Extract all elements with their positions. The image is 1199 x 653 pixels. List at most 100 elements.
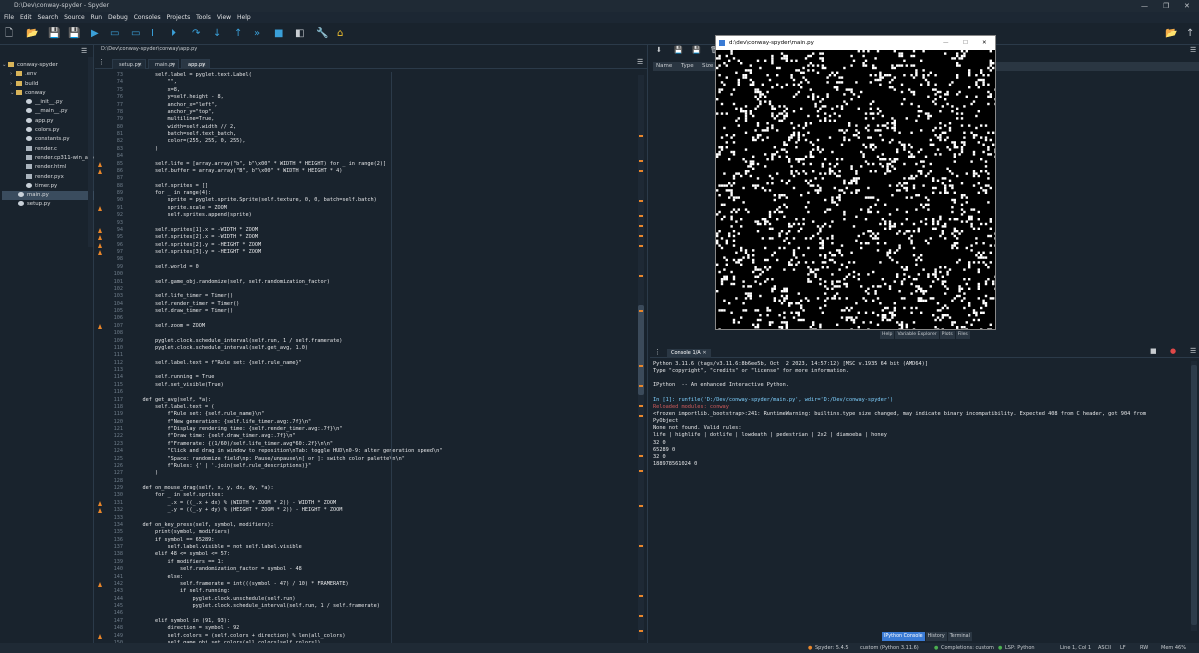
files-options-icon[interactable]: ☰ [81, 47, 87, 55]
minimize-button[interactable]: — [1141, 0, 1148, 12]
continue-icon[interactable]: » [254, 28, 260, 40]
menu-run[interactable]: Run [91, 12, 103, 23]
warning-marker[interactable] [639, 505, 643, 507]
game-window-titlebar[interactable]: d:\dev\conway-spyder\main.py — ☐ ✕ [716, 36, 995, 50]
warning-marker[interactable] [639, 405, 643, 407]
warning-marker[interactable] [639, 170, 643, 172]
editor-options-icon[interactable]: ☰ [637, 58, 643, 66]
column-type[interactable]: Type [681, 62, 694, 71]
code-editor[interactable]: 73 self.label = pyglet.text.Label(74 "",… [95, 72, 648, 643]
import-data-icon[interactable]: ⬇ [656, 46, 662, 54]
tab-files[interactable]: Files [955, 331, 970, 339]
file-tree-item[interactable]: render.c [2, 145, 94, 154]
warning-marker[interactable] [639, 135, 643, 137]
run-cell-advance-icon[interactable]: ▭ [131, 28, 140, 40]
warning-marker[interactable] [639, 595, 643, 597]
warning-marker[interactable] [639, 275, 643, 277]
file-tree-item[interactable]: __main__.py [2, 107, 94, 116]
open-file-icon[interactable]: 📂 [26, 28, 38, 40]
console-scrollbar[interactable] [1191, 361, 1197, 631]
tab-variable-explorer[interactable]: Variable Explorer [895, 331, 939, 339]
menu-source[interactable]: Source [64, 12, 85, 23]
warning-marker[interactable] [639, 385, 643, 387]
variable-options-icon[interactable]: ☰ [1190, 46, 1196, 54]
menu-help[interactable]: Help [237, 12, 251, 23]
file-tree-item[interactable]: constants.py [2, 135, 94, 144]
tab-terminal[interactable]: Terminal [947, 632, 972, 641]
file-tree-item[interactable]: render.html [2, 163, 94, 172]
game-of-life-window[interactable]: d:\dev\conway-spyder\main.py — ☐ ✕ [715, 35, 996, 330]
preferences-wrench-icon[interactable]: 🔧 [316, 28, 328, 40]
run-cell-icon[interactable]: ▭ [110, 28, 119, 40]
tab-setup-py[interactable]: setup.py ✕ [112, 59, 146, 69]
ipython-console-output[interactable]: Python 3.11.6 (tags/v3.11.6:8b6ee5b, Oct… [653, 361, 1191, 631]
game-maximize-button[interactable]: ☐ [963, 36, 968, 50]
tab-ipython-console[interactable]: IPython Console [882, 632, 925, 641]
tab-app-py[interactable]: app.py ✕ [181, 59, 210, 69]
warning-marker[interactable] [639, 365, 643, 367]
warning-marker[interactable] [639, 545, 643, 547]
browse-tabs-icon[interactable]: ⋮ [98, 58, 105, 66]
working-dir-parent-icon[interactable]: ↑ [1186, 28, 1194, 40]
stop-console-icon[interactable]: ● [1170, 347, 1176, 355]
warning-marker[interactable] [639, 225, 643, 227]
file-tree-item[interactable]: colors.py [2, 126, 94, 135]
maximize-pane-icon[interactable]: ◧ [295, 28, 304, 40]
step-return-icon[interactable]: ↑ [234, 28, 242, 40]
stop-debug-icon[interactable]: ■ [274, 28, 283, 40]
file-tree-item[interactable]: app.py [2, 117, 94, 126]
tab-main-py[interactable]: main.py ✕ [148, 59, 179, 69]
menu-edit[interactable]: Edit [20, 12, 32, 23]
warning-marker[interactable] [639, 215, 643, 217]
game-close-button[interactable]: ✕ [982, 36, 987, 50]
status-lsp[interactable]: LSP: Python [1005, 643, 1035, 653]
file-tree-item[interactable]: render.cp311-win_amd64.pyd [2, 154, 94, 163]
new-file-icon[interactable]: 🗋 [5, 28, 13, 40]
menu-tools[interactable]: Tools [196, 12, 211, 23]
status-interpreter[interactable]: custom (Python 3.11.6) [860, 643, 919, 653]
step-icon[interactable]: ↷ [192, 28, 200, 40]
warning-marker[interactable] [639, 470, 643, 472]
file-tree-item[interactable]: › build [2, 80, 94, 89]
close-tab-icon[interactable]: ✕ [138, 60, 142, 70]
warning-marker[interactable] [639, 455, 643, 457]
file-tree-item[interactable]: timer.py [2, 182, 94, 191]
file-tree-item[interactable]: render.pyx [2, 173, 94, 182]
menu-consoles[interactable]: Consoles [134, 12, 161, 23]
warning-marker[interactable] [639, 615, 643, 617]
warning-marker[interactable] [639, 415, 643, 417]
status-completions[interactable]: Completions: custom [941, 643, 994, 653]
warning-marker[interactable] [639, 200, 643, 202]
warning-marker[interactable] [639, 235, 643, 237]
console-options-icon[interactable]: ☰ [1190, 347, 1196, 355]
file-tree-item[interactable]: › .env [2, 70, 94, 79]
menu-search[interactable]: Search [38, 12, 59, 23]
run-selection-icon[interactable]: I [151, 28, 154, 40]
column-size[interactable]: Size [702, 62, 713, 71]
menu-debug[interactable]: Debug [108, 12, 128, 23]
save-data-icon[interactable]: 💾 [674, 46, 683, 54]
save-all-icon[interactable]: 💾 [68, 28, 80, 40]
browse-consoles-icon[interactable]: ⋮ [654, 348, 661, 356]
file-tree-item[interactable]: ⌄ conway-spyder [2, 61, 94, 70]
close-window-button[interactable]: ✕ [1184, 0, 1190, 12]
debug-icon[interactable]: ⏵ [171, 28, 176, 40]
warning-marker[interactable] [639, 310, 643, 312]
tab-plots[interactable]: Plots [939, 331, 955, 339]
warning-marker[interactable] [639, 160, 643, 162]
column-name[interactable]: Name [656, 62, 672, 71]
working-dir-browse-icon[interactable]: 📂 [1165, 28, 1177, 40]
file-tree-item[interactable]: ⌄ conway [2, 89, 94, 98]
save-data-as-icon[interactable]: 💾 [692, 46, 701, 54]
tab-console-1a[interactable]: Console 1/A ✕ [667, 349, 711, 358]
maximize-button[interactable]: ❐ [1163, 0, 1169, 12]
menu-view[interactable]: View [217, 12, 231, 23]
warning-marker[interactable] [639, 630, 643, 632]
life-grid-canvas[interactable] [716, 50, 995, 329]
console-scroll-thumb[interactable] [1191, 365, 1197, 625]
close-tab-icon[interactable]: ✕ [202, 60, 206, 70]
files-scrollbar[interactable] [88, 57, 93, 247]
game-minimize-button[interactable]: — [943, 36, 949, 50]
file-tree-item[interactable]: setup.py [2, 200, 94, 209]
file-tree-item[interactable]: main.py [2, 191, 94, 201]
